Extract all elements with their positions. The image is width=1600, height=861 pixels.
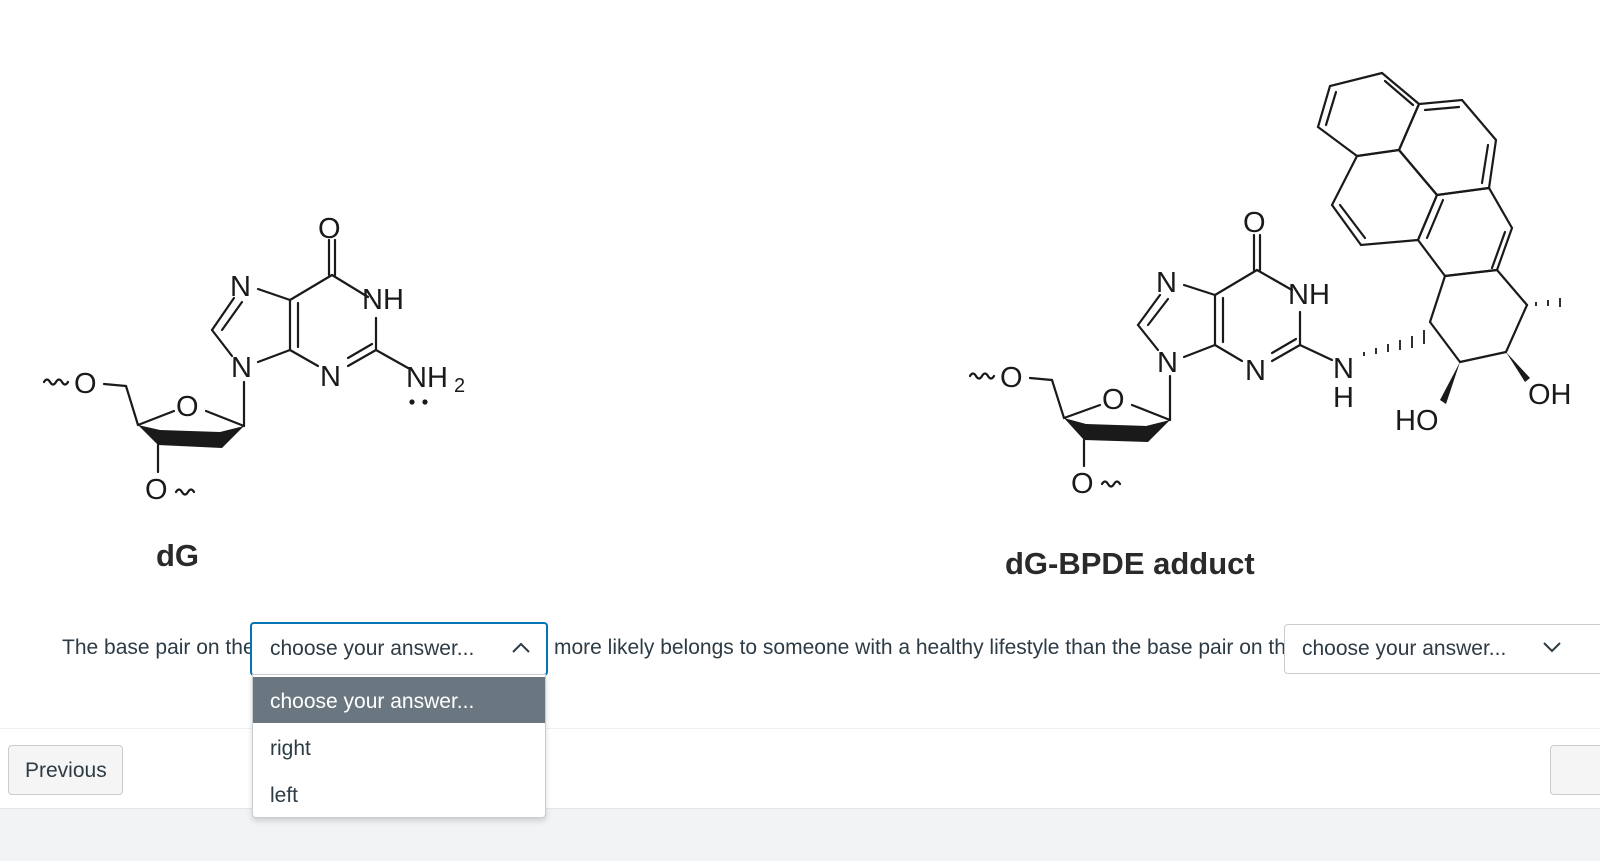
question-text-before: The base pair on the <box>62 636 255 659</box>
left-molecule-label: dG <box>156 538 200 573</box>
atom-n9: N <box>231 352 252 384</box>
answer-select-2[interactable]: choose your answer... <box>1284 624 1600 674</box>
atom-n3: N <box>1245 355 1266 387</box>
question-row: The base pair on the choose your answer.… <box>0 622 1600 676</box>
previous-button[interactable]: Previous <box>8 745 123 795</box>
answer-select-1-value: choose your answer... <box>270 637 475 660</box>
answer-select-1[interactable]: choose your answer... <box>250 622 548 676</box>
option-right[interactable]: right <box>253 724 545 770</box>
atom-nh: NH <box>362 284 404 316</box>
atom-nh: NH <box>1288 279 1330 311</box>
atom-nh2: NH <box>406 362 448 394</box>
question-text-middle: more likely belongs to someone with a he… <box>554 636 1298 659</box>
atom-h-link: H <box>1333 382 1354 414</box>
atom-o-carbonyl: O <box>1243 207 1266 239</box>
answer-select-1-options: choose your answer... right left <box>252 674 546 818</box>
atom-o-ring: O <box>1102 384 1125 416</box>
atom-o5: O <box>1000 362 1023 394</box>
atom-o-ring: O <box>176 391 199 423</box>
atom-o-carbonyl: O <box>318 213 341 245</box>
option-left[interactable]: left <box>253 771 545 817</box>
next-button[interactable] <box>1550 745 1600 795</box>
atom-n3: N <box>320 361 341 393</box>
previous-button-label: Previous <box>25 759 107 782</box>
bottom-footer-band <box>0 808 1600 861</box>
chevron-down-icon <box>1543 642 1561 653</box>
chevron-up-icon <box>512 642 530 653</box>
footer-divider <box>0 728 1600 729</box>
atom-o3: O <box>145 474 168 506</box>
atom-oh: OH <box>1528 379 1572 411</box>
atom-ho: HO <box>1395 405 1439 437</box>
option-choose[interactable]: choose your answer... <box>253 677 545 723</box>
atom-n7: N <box>230 271 251 303</box>
atom-n-link: N <box>1333 353 1354 385</box>
answer-select-2-value: choose your answer... <box>1302 637 1507 660</box>
chemical-structures-figure: O N NH N N NH 2 O O O O N NH N N N H O O… <box>42 71 1572 506</box>
right-molecule-label: dG-BPDE adduct <box>1005 546 1255 581</box>
atom-o3: O <box>1071 468 1094 500</box>
atom-nh2-subscript: 2 <box>454 375 465 397</box>
atom-n7: N <box>1156 267 1177 299</box>
atom-n9: N <box>1157 347 1178 379</box>
atom-o5: O <box>74 368 97 400</box>
